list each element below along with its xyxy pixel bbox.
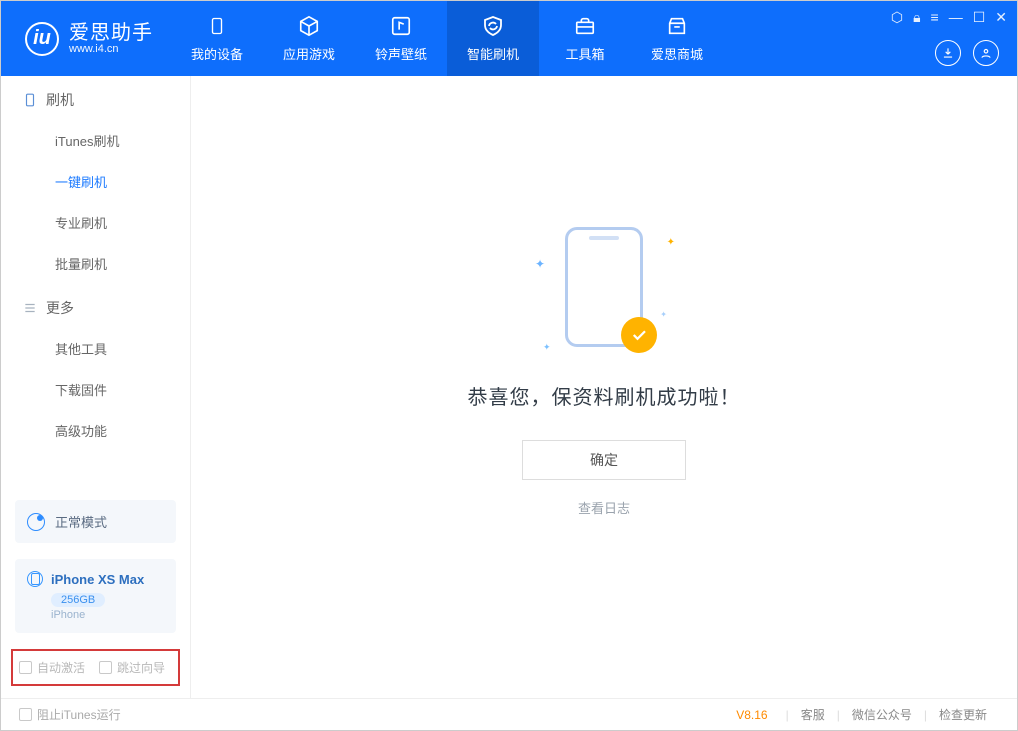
auto-activate-checkbox[interactable]: 自动激活	[19, 659, 85, 676]
sidebar-item-batch-flash[interactable]: 批量刷机	[1, 243, 190, 284]
logo-icon: iu	[25, 22, 59, 56]
storage-badge: 256GB	[51, 593, 105, 607]
sparkle-icon: ✦	[535, 257, 545, 271]
ok-button[interactable]: 确定	[522, 440, 686, 480]
sidebar-item-pro-flash[interactable]: 专业刷机	[1, 202, 190, 243]
app-url: www.i4.cn	[69, 43, 153, 55]
logo-text: 爱思助手 www.i4.cn	[69, 23, 153, 55]
view-log-link[interactable]: 查看日志	[578, 498, 630, 517]
main-content: ✦ ✦ ✦ ✦ 恭喜您，保资料刷机成功啦！ 确定 查看日志	[191, 76, 1017, 698]
sidebar-item-oneclick-flash[interactable]: 一键刷机	[1, 161, 190, 202]
app-name: 爱思助手	[69, 23, 153, 43]
sidebar-item-advanced[interactable]: 高级功能	[1, 410, 190, 451]
lock-icon[interactable]: 🔒︎	[913, 9, 920, 26]
mode-label: 正常模式	[55, 512, 107, 531]
minimize-icon[interactable]: ―	[949, 9, 963, 26]
toolbox-icon	[571, 14, 599, 38]
sparkle-icon: ✦	[660, 310, 667, 319]
check-badge-icon	[621, 317, 657, 353]
nav-label: 工具箱	[565, 44, 604, 63]
store-icon	[663, 14, 691, 38]
flash-options-highlight: 自动激活 跳过向导	[11, 649, 180, 686]
footer-link-update[interactable]: 检查更新	[927, 706, 999, 723]
header-action-circles	[935, 40, 999, 66]
device-type: iPhone	[51, 609, 164, 621]
app-body: 刷机 iTunes刷机 一键刷机 专业刷机 批量刷机 更多 其他工具 下载固件 …	[1, 76, 1017, 698]
sidebar-item-itunes-flash[interactable]: iTunes刷机	[1, 120, 190, 161]
nav-smart-flash[interactable]: 智能刷机	[447, 1, 539, 76]
nav-ringtone-wallpaper[interactable]: 铃声壁纸	[355, 1, 447, 76]
footer-link-support[interactable]: 客服	[789, 706, 837, 723]
success-message: 恭喜您，保资料刷机成功啦！	[468, 381, 741, 410]
success-illustration: ✦ ✦ ✦ ✦	[565, 227, 643, 347]
main-nav: 我的设备 应用游戏 铃声壁纸 智能刷机 工具箱 爱思商城	[171, 1, 723, 76]
mode-icon	[27, 513, 45, 531]
app-header: iu 爱思助手 www.i4.cn 我的设备 应用游戏 铃声壁纸 智能刷机 工具…	[1, 1, 1017, 76]
nav-label: 智能刷机	[467, 44, 519, 63]
version-label: V8.16	[736, 708, 767, 722]
menu-icon[interactable]: ≡	[931, 9, 939, 26]
list-icon	[23, 301, 37, 315]
nav-label: 爱思商城	[651, 44, 703, 63]
device-header: iPhone XS Max	[27, 571, 164, 587]
footer-link-wechat[interactable]: 微信公众号	[840, 706, 924, 723]
block-itunes-checkbox[interactable]: 阻止iTunes运行	[19, 706, 121, 723]
nav-label: 应用游戏	[283, 44, 335, 63]
device-card[interactable]: iPhone XS Max 256GB iPhone	[15, 559, 176, 633]
maximize-icon[interactable]: ☐	[973, 9, 986, 26]
user-icon[interactable]	[973, 40, 999, 66]
sparkle-icon: ✦	[667, 237, 675, 248]
skip-guide-checkbox[interactable]: 跳过向导	[99, 659, 165, 676]
device-icon	[203, 14, 231, 38]
app-logo: iu 爱思助手 www.i4.cn	[1, 22, 171, 56]
device-icon	[27, 571, 43, 587]
phone-icon	[23, 91, 37, 109]
nav-label: 我的设备	[191, 44, 243, 63]
refresh-shield-icon	[479, 14, 507, 38]
mode-card[interactable]: 正常模式	[15, 500, 176, 543]
sidebar: 刷机 iTunes刷机 一键刷机 专业刷机 批量刷机 更多 其他工具 下载固件 …	[1, 76, 191, 698]
status-bar: 阻止iTunes运行 V8.16 | 客服 | 微信公众号 | 检查更新	[1, 698, 1017, 730]
sidebar-item-other-tools[interactable]: 其他工具	[1, 328, 190, 369]
close-icon[interactable]: ✕	[995, 9, 1007, 26]
sidebar-item-download-firmware[interactable]: 下载固件	[1, 369, 190, 410]
group-title: 刷机	[46, 90, 74, 110]
shirt-icon[interactable]: ⬡	[891, 9, 903, 26]
nav-label: 铃声壁纸	[375, 44, 427, 63]
nav-my-device[interactable]: 我的设备	[171, 1, 263, 76]
music-icon	[387, 14, 415, 38]
sparkle-icon: ✦	[543, 342, 551, 353]
cube-icon	[295, 14, 323, 38]
sidebar-group-more: 更多	[1, 284, 190, 328]
sidebar-group-flash: 刷机	[1, 76, 190, 120]
group-title: 更多	[46, 298, 74, 318]
device-name: iPhone XS Max	[51, 572, 144, 587]
nav-toolbox[interactable]: 工具箱	[539, 1, 631, 76]
download-icon[interactable]	[935, 40, 961, 66]
nav-store[interactable]: 爱思商城	[631, 1, 723, 76]
window-controls: ⬡ 🔒︎ ≡ ― ☐ ✕	[891, 9, 1007, 26]
nav-apps-games[interactable]: 应用游戏	[263, 1, 355, 76]
